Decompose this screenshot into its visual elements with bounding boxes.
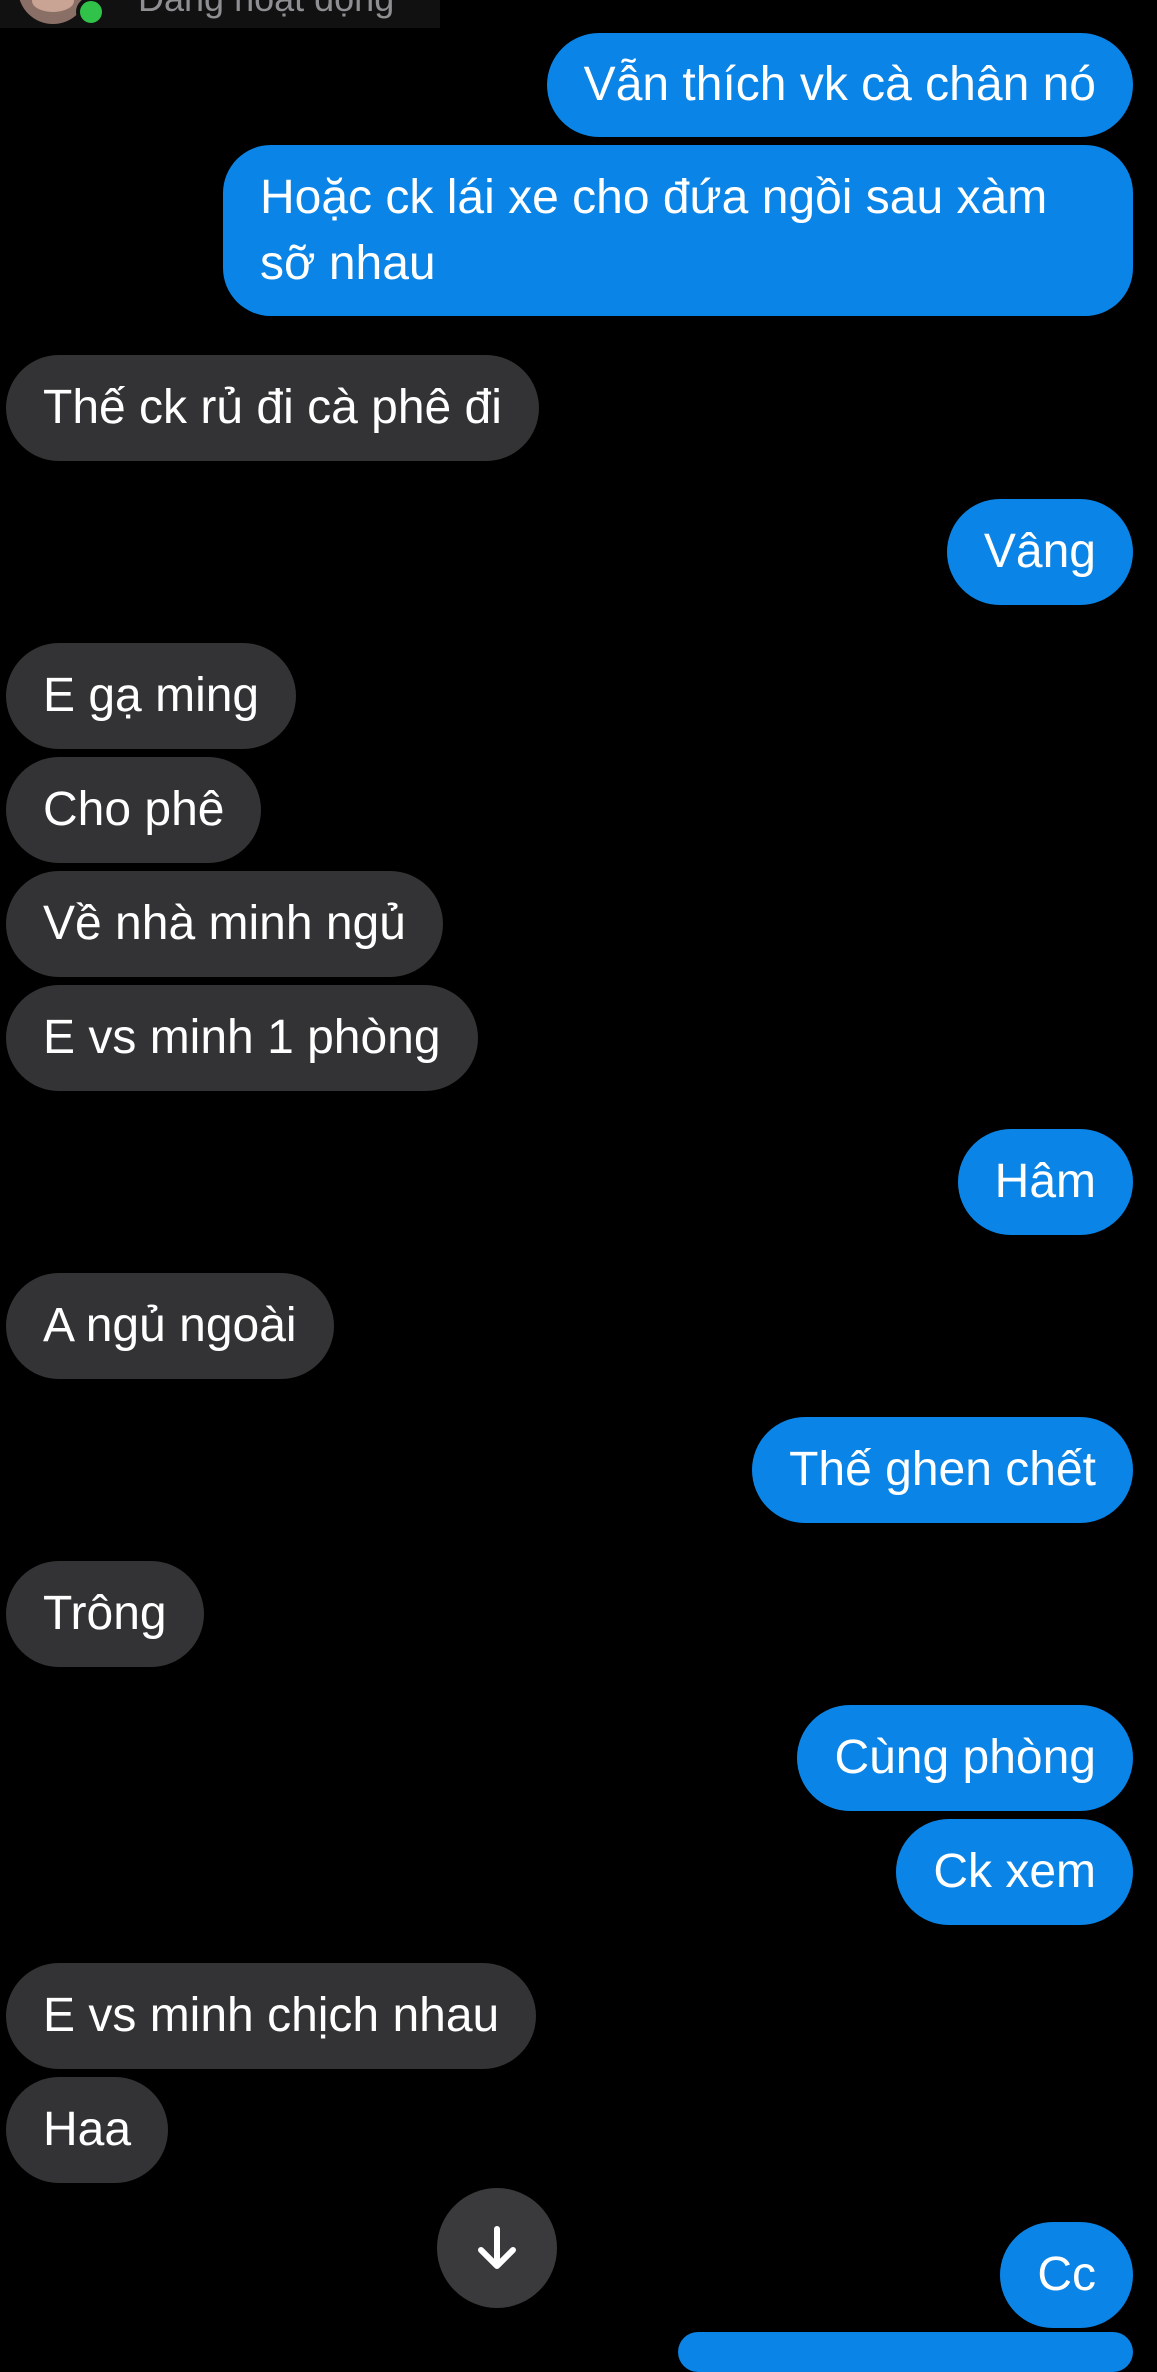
message-bubble-sent[interactable]: Ck xem <box>896 1819 1133 1925</box>
online-dot-icon <box>76 0 106 27</box>
message-bubble-received[interactable]: A ngủ ngoài <box>6 1273 334 1379</box>
message-bubble-sent[interactable]: Vẫn thích vk cà chân nó <box>546 33 1133 137</box>
message-bubble-sent[interactable]: Hâm <box>957 1129 1133 1235</box>
message-bubble-sent[interactable]: Vâng <box>946 499 1133 605</box>
message-bubble-sent-partial[interactable] <box>678 2332 1133 2372</box>
message-bubble-received[interactable]: E vs minh chịch nhau <box>6 1963 537 2069</box>
arrow-down-icon <box>478 2226 516 2269</box>
message-bubble-received[interactable]: Thế ck rủ đi cà phê đi <box>6 355 539 461</box>
message-bubble-sent[interactable]: Cc <box>1000 2222 1133 2328</box>
presence-status: Đang hoạt động <box>138 0 394 20</box>
message-bubble-sent[interactable]: Hoặc ck lái xe cho đứa ngồi sau xàm sỡ n… <box>223 145 1133 316</box>
message-bubble-received[interactable]: Trông <box>6 1561 204 1667</box>
message-bubble-received[interactable]: E gạ ming <box>6 643 297 749</box>
message-bubble-received[interactable]: E vs minh 1 phòng <box>6 985 478 1091</box>
message-bubble-received[interactable]: Cho phê <box>6 757 262 863</box>
message-bubble-received[interactable]: Về nhà minh ngủ <box>6 871 443 977</box>
scroll-to-bottom-button[interactable] <box>437 2188 557 2308</box>
message-bubble-received[interactable]: Haa <box>6 2077 169 2183</box>
message-bubble-sent[interactable]: Thế ghen chết <box>752 1417 1133 1523</box>
chat-header[interactable]: Đang hoạt động <box>0 0 440 28</box>
message-bubble-sent[interactable]: Cùng phòng <box>797 1705 1133 1811</box>
